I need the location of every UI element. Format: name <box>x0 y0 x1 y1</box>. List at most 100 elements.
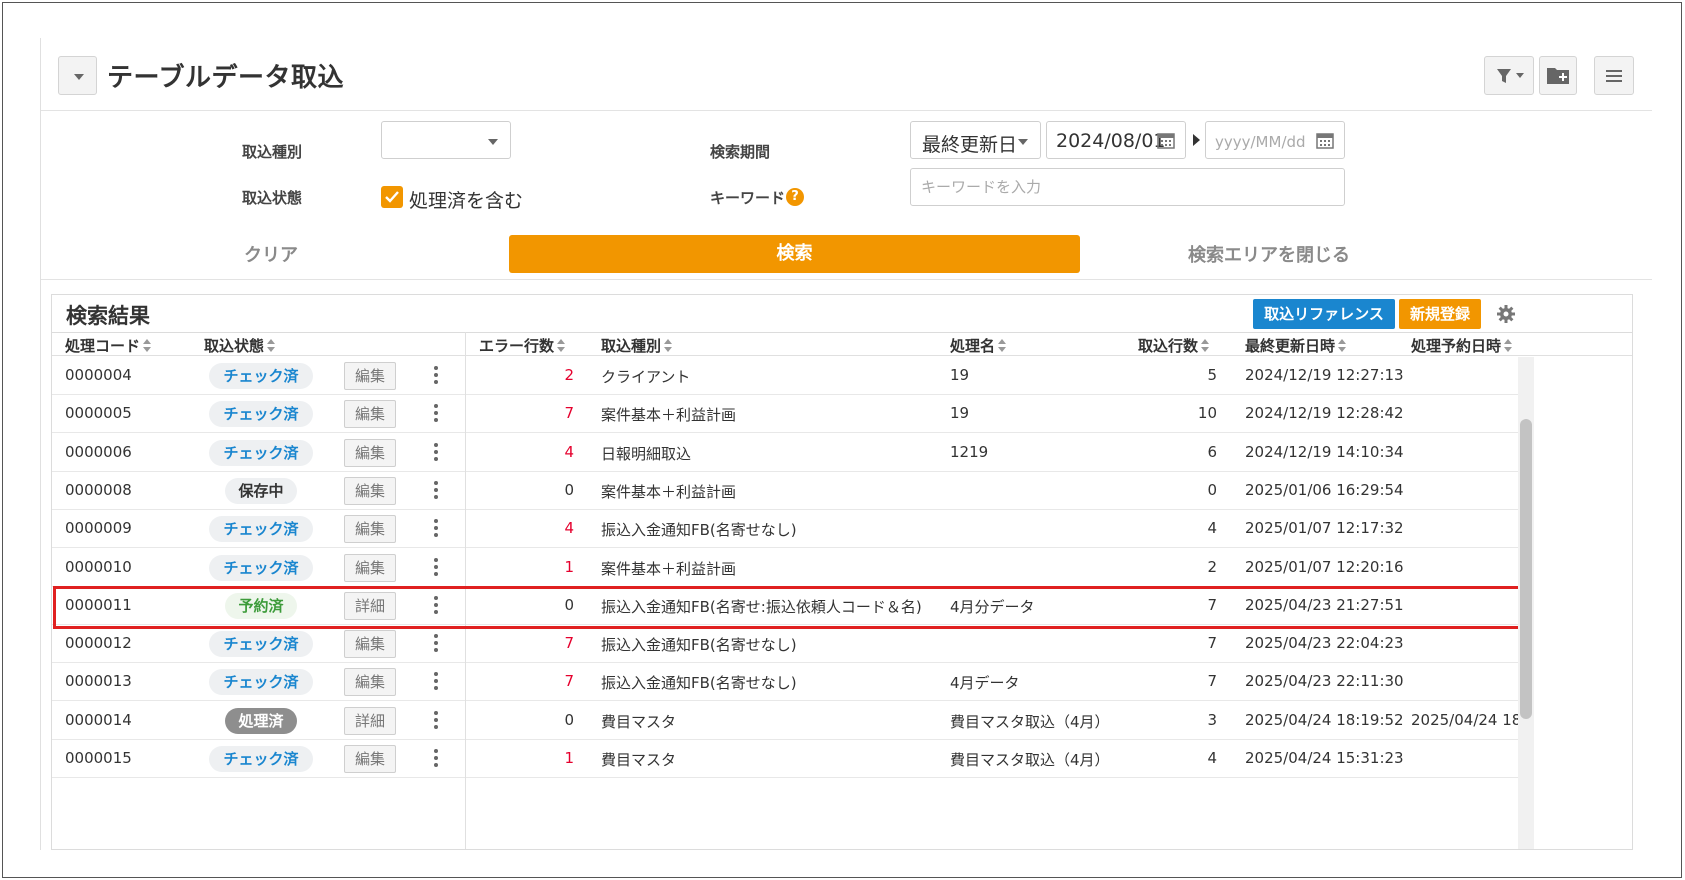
col-code-header[interactable]: 処理コード <box>65 335 152 356</box>
import-row-count: 4 <box>1207 519 1217 538</box>
import-row-count: 10 <box>1197 404 1217 423</box>
period-field-select[interactable]: 最終更新日 <box>910 121 1041 159</box>
import-type: 案件基本＋利益計画 <box>601 406 737 425</box>
collapse-button[interactable] <box>58 56 97 95</box>
keyword-input[interactable] <box>910 168 1345 206</box>
more-options-icon[interactable] <box>434 442 438 463</box>
last-updated: 2025/04/24 15:31:23 <box>1245 749 1404 767</box>
hamburger-icon <box>1606 70 1622 82</box>
more-options-icon[interactable] <box>434 519 438 539</box>
last-updated: 2025/04/24 18:19:52 <box>1245 710 1404 729</box>
import-type: 費目マスタ <box>601 751 677 769</box>
import-type: 案件基本＋利益計画 <box>601 559 737 578</box>
table-row[interactable]: 0000009 チェック済 編集 4 振込入金通知FB(名寄せなし) 4 2025/01/0… <box>52 510 1518 549</box>
more-options-icon[interactable] <box>434 749 438 769</box>
edit-button[interactable]: 編集 <box>344 668 396 697</box>
table-row[interactable]: 0000014 処理済 詳細 0 費目マスタ 費目マスタ取込（4月） 3 2025/04/24… <box>52 702 1526 740</box>
process-name: 19 <box>950 366 970 384</box>
import-status-label: 取込状態 <box>242 189 303 207</box>
edit-button[interactable]: 編集 <box>344 630 396 659</box>
table-row[interactable]: 0000012 チェック済 編集 7 振込入金通知FB(名寄せなし) 7 2025/04/2… <box>52 625 1518 664</box>
more-options-icon[interactable] <box>434 404 438 424</box>
clear-button[interactable]: クリア <box>244 241 298 267</box>
more-options-icon[interactable] <box>434 710 438 731</box>
help-icon[interactable]: ? <box>786 188 804 206</box>
main-panel: テーブルデータ取込 取込種別 取込状態 処理済を含む 検索期間 最終更新日 20… <box>40 38 1652 850</box>
error-count: 2 <box>564 366 574 384</box>
import-reference-button[interactable]: 取込リファレンス <box>1253 299 1395 329</box>
edit-button[interactable]: 編集 <box>344 476 396 505</box>
edit-button[interactable]: 編集 <box>344 515 396 544</box>
more-options-icon[interactable] <box>434 366 438 386</box>
sort-icon <box>1504 339 1513 353</box>
status-badge: チェック済 <box>209 669 313 696</box>
results-title: 検索結果 <box>66 304 150 328</box>
edit-button[interactable]: 編集 <box>344 553 396 582</box>
filter-button[interactable] <box>1484 56 1534 95</box>
scrollbar-thumb[interactable] <box>1520 419 1532 719</box>
col-scheduled-header[interactable]: 処理予約日時 <box>1411 335 1513 356</box>
import-row-count: 4 <box>1207 749 1217 767</box>
import-type-select[interactable] <box>381 121 511 159</box>
table-row[interactable]: 0000015 チェック済 編集 1 費目マスタ 費目マスタ取込（4月） 4 2025/04/… <box>52 740 1518 778</box>
edit-button[interactable]: 編集 <box>344 362 396 390</box>
edit-button[interactable]: 編集 <box>344 438 396 467</box>
table-header: 処理コード 取込状態 エラー行数 取込種別 処理名 取込行数 最終更新日時 処理… <box>52 332 1632 356</box>
caret-down-icon <box>74 74 84 80</box>
col-errors-header[interactable]: エラー行数 <box>479 335 566 356</box>
col-name-header[interactable]: 処理名 <box>950 335 1007 356</box>
filter-icon <box>1497 69 1524 83</box>
page-header: テーブルデータ取込 <box>41 38 1652 111</box>
table-row[interactable]: 0000006 チェック済 編集 4 日報明細取込 1219 6 2024/12/19 14:… <box>52 434 1518 472</box>
import-row-count: 2 <box>1207 557 1217 576</box>
error-count: 7 <box>564 634 574 653</box>
import-row-count: 5 <box>1207 366 1217 384</box>
process-name: 4月データ <box>950 674 1020 693</box>
date-to-field[interactable]: yyyy/MM/dd <box>1205 121 1345 159</box>
table-row[interactable]: 0000005 チェック済 編集 7 案件基本＋利益計画 19 10 2024/12/19 1… <box>52 395 1518 434</box>
more-options-icon[interactable] <box>434 557 438 578</box>
table-row[interactable]: 0000010 チェック済 編集 1 案件基本＋利益計画 2 2025/01/07 12:2… <box>52 549 1518 587</box>
status-badge: チェック済 <box>209 516 313 543</box>
col-type-header[interactable]: 取込種別 <box>601 335 673 356</box>
page-title: テーブルデータ取込 <box>107 63 344 93</box>
date-from-field[interactable]: 2024/08/01 <box>1046 121 1186 159</box>
process-name: 19 <box>950 404 970 423</box>
edit-button[interactable]: 編集 <box>344 745 396 773</box>
search-period-label: 検索期間 <box>710 143 771 161</box>
new-register-button[interactable]: 新規登録 <box>1399 299 1481 329</box>
col-updated-header[interactable]: 最終更新日時 <box>1245 335 1347 356</box>
more-options-icon[interactable] <box>434 672 438 692</box>
import-row-count: 7 <box>1207 672 1217 691</box>
check-icon <box>385 191 399 203</box>
status-badge: チェック済 <box>209 439 313 466</box>
search-button[interactable]: 検索 <box>509 235 1080 273</box>
status-badge: 保存中 <box>225 477 297 504</box>
menu-button[interactable] <box>1594 56 1634 95</box>
table-row[interactable]: 0000013 チェック済 編集 7 振込入金通知FB(名寄せなし) 4月データ 7 2025… <box>52 663 1518 702</box>
sort-icon <box>557 339 566 353</box>
import-type: 案件基本＋利益計画 <box>601 482 737 501</box>
status-badge: チェック済 <box>209 631 313 658</box>
process-code: 0000014 <box>65 710 132 729</box>
close-search-area-button[interactable]: 検索エリアを閉じる <box>1188 241 1350 267</box>
gear-icon[interactable] <box>1496 304 1516 324</box>
include-processed-checkbox[interactable] <box>381 186 403 208</box>
import-row-count: 7 <box>1207 634 1217 653</box>
import-type: 振込入金通知FB(名寄せなし) <box>601 674 797 693</box>
error-count: 7 <box>564 672 574 691</box>
more-options-icon[interactable] <box>434 634 438 654</box>
col-rows-header[interactable]: 取込行数 <box>1138 335 1210 356</box>
status-badge: チェック済 <box>209 401 313 428</box>
table-row[interactable]: 0000004 チェック済 編集 2 クライアント 19 5 2024/12/19 12:27… <box>52 357 1518 395</box>
detail-button[interactable]: 詳細 <box>344 706 396 735</box>
process-name: 費目マスタ取込（4月） <box>950 751 1110 769</box>
col-status-header[interactable]: 取込状態 <box>204 335 276 356</box>
table-row[interactable]: 0000008 保存中 編集 0 案件基本＋利益計画 0 2025/01/06 16:29:… <box>52 472 1518 510</box>
process-code: 0000010 <box>65 557 132 576</box>
edit-button[interactable]: 編集 <box>344 400 396 429</box>
more-options-icon[interactable] <box>434 480 438 501</box>
add-folder-button[interactable] <box>1539 56 1577 95</box>
last-updated: 2025/01/06 16:29:54 <box>1245 480 1404 499</box>
process-code: 0000015 <box>65 749 132 767</box>
